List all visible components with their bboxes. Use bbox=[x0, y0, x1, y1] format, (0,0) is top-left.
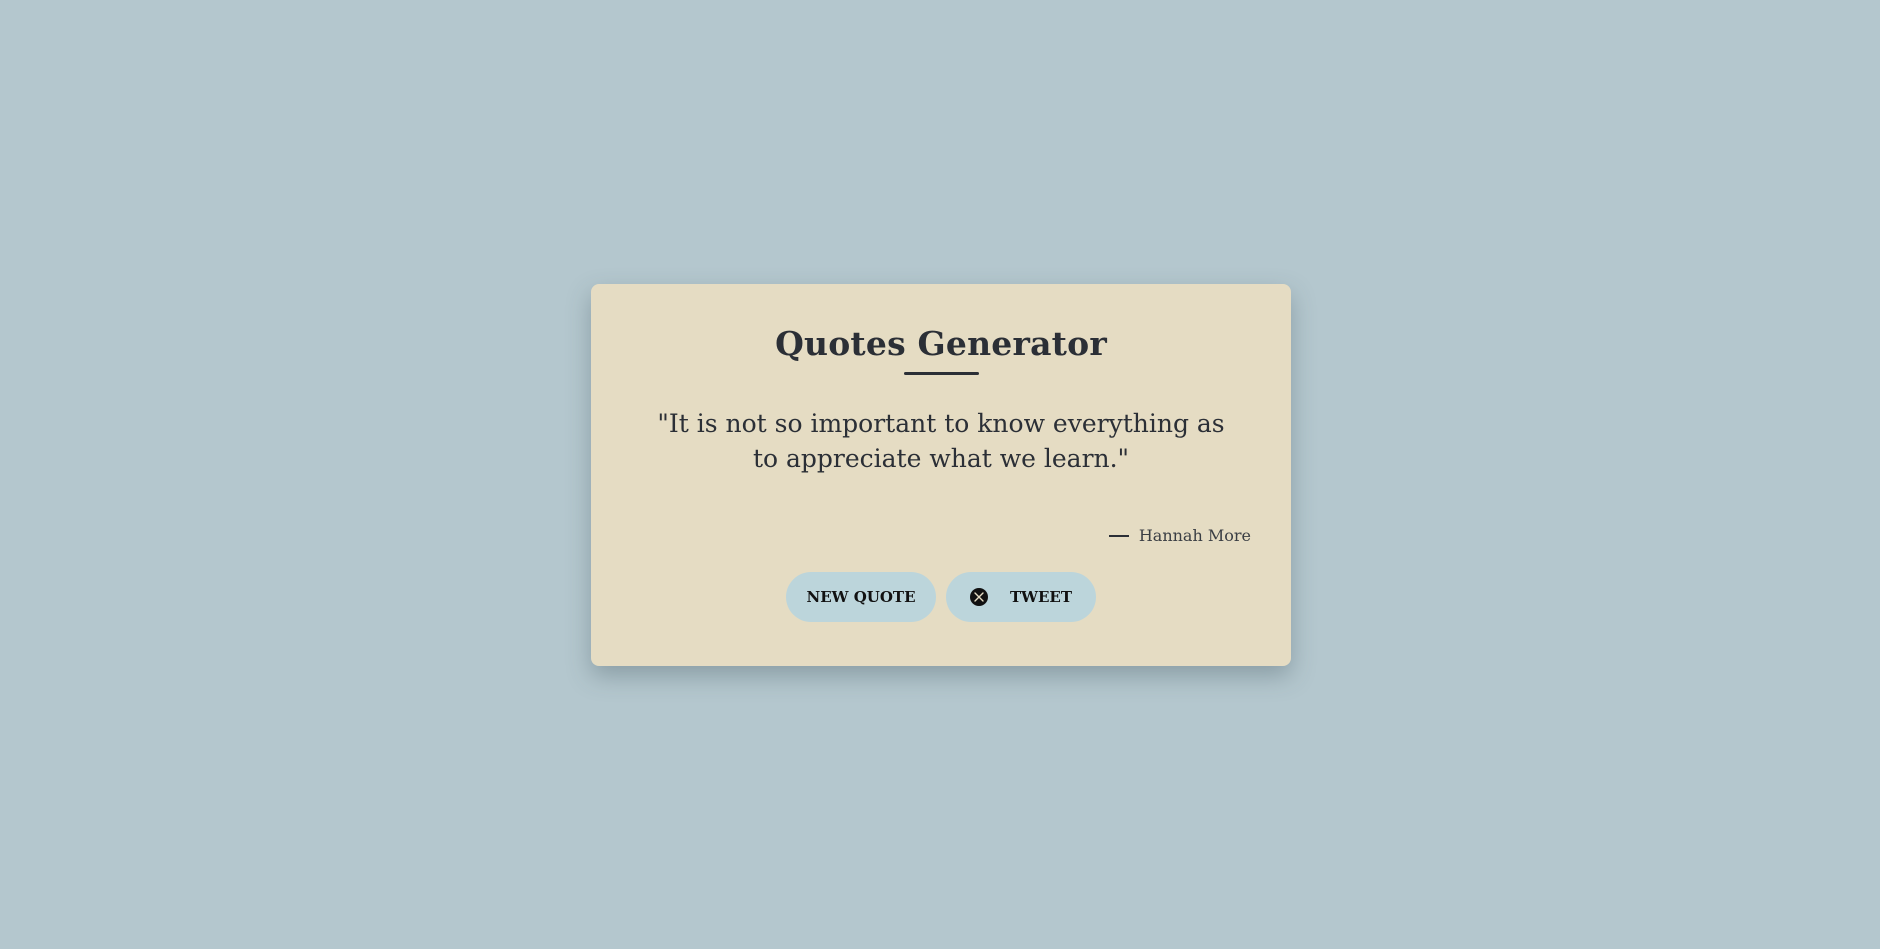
title-underline bbox=[904, 372, 979, 375]
new-quote-label: NEW QUOTE bbox=[806, 588, 916, 606]
page-title: Quotes Generator bbox=[775, 324, 1107, 363]
tweet-button[interactable]: TWEET bbox=[946, 572, 1096, 622]
x-logo-icon bbox=[969, 588, 988, 606]
quote-text: "It is not so important to know everythi… bbox=[657, 409, 1225, 473]
new-quote-button[interactable]: NEW QUOTE bbox=[786, 572, 936, 622]
button-row: NEW QUOTE TWEET bbox=[591, 572, 1291, 622]
author-row: Hannah More bbox=[1108, 526, 1251, 545]
author-dash bbox=[1108, 534, 1129, 537]
tweet-label: TWEET bbox=[1009, 588, 1073, 606]
quote-card: Quotes Generator "It is not so important… bbox=[591, 284, 1291, 666]
author-name: Hannah More bbox=[1138, 526, 1251, 545]
